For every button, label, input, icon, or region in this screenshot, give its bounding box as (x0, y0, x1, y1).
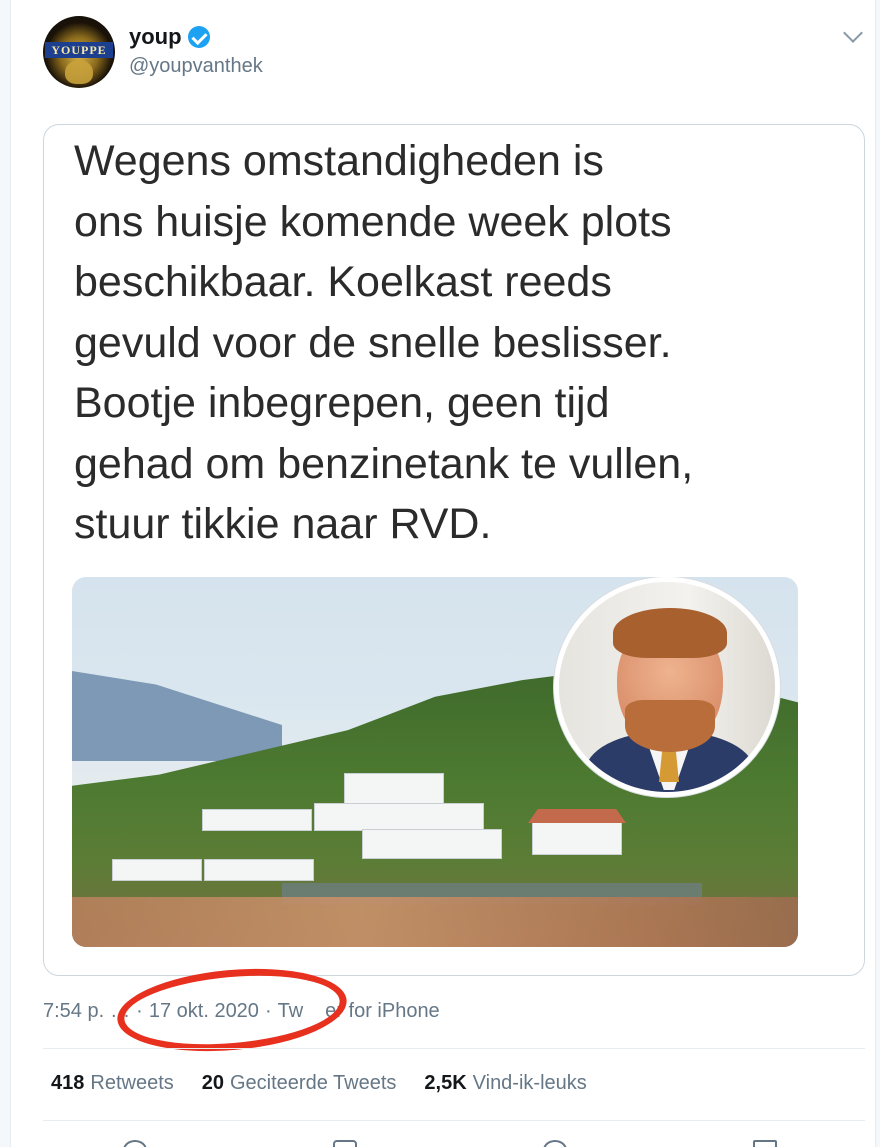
quote-line: gehad om benzinetank te vullen, (74, 439, 694, 488)
chevron-down-icon[interactable] (843, 23, 863, 43)
villa-building (204, 859, 314, 881)
verified-badge-icon (187, 26, 210, 48)
quote-line: ons huisje komende week plots (74, 197, 672, 246)
villa-building (202, 809, 312, 831)
author-name-row: youp (129, 24, 210, 50)
divider (43, 1048, 865, 1049)
retweet-icon[interactable] (333, 1140, 357, 1147)
villa-photo (72, 577, 798, 947)
likes-count: 2,5K (424, 1072, 467, 1094)
like-icon[interactable] (543, 1140, 567, 1147)
tweet-actions-bar (11, 1136, 877, 1147)
likes-stat[interactable]: 2,5K Vind-ik-leuks (424, 1072, 586, 1095)
villa-roof (528, 809, 626, 823)
tweet-media-image[interactable]: Wegens omstandigheden is ons huisje kome… (43, 124, 865, 976)
retweets-count: 418 (51, 1072, 85, 1094)
quote-line: Wegens omstandigheden is (74, 137, 604, 185)
author-handle[interactable]: @youpvanthek (129, 55, 263, 78)
soil-foreground (72, 897, 798, 947)
quote-tweets-count: 20 (201, 1072, 224, 1094)
tweet-time[interactable]: 7:54 p. (43, 1000, 104, 1022)
tweet-card: YOUPPE youp @youpvanthek Wegens omstandi… (10, 0, 876, 1147)
portrait-hair (613, 608, 727, 658)
engagement-stats: 418 Retweets 20 Geciteerde Tweets 2,5K Vind… (51, 1072, 587, 1095)
mountain-shape (72, 671, 282, 761)
villa-building (362, 829, 502, 859)
quote-line: stuur tikkie naar RVD. (74, 500, 492, 548)
avatar-seal-shape (65, 60, 93, 84)
divider (43, 1120, 865, 1121)
retweets-stat[interactable]: 418 Retweets (51, 1072, 174, 1095)
share-icon[interactable] (753, 1140, 777, 1147)
quote-line: Bootje inbegrepen, geen tijd (74, 379, 610, 427)
quote-tweets-label: Geciteerde Tweets (230, 1072, 397, 1094)
reply-icon[interactable] (123, 1140, 147, 1147)
quote-tweets-stat[interactable]: 20 Geciteerde Tweets (202, 1072, 397, 1095)
avatar[interactable]: YOUPPE (43, 16, 115, 88)
quote-line: beschikbaar. Koelkast reeds (74, 258, 612, 306)
display-name[interactable]: youp (129, 24, 182, 50)
portrait-beard (625, 700, 715, 752)
quote-text: Wegens omstandigheden is ons huisje kome… (74, 131, 764, 555)
villa-building (112, 859, 202, 881)
quote-line: gevuld voor de snelle beslisser. (74, 318, 672, 367)
villa-building (532, 821, 622, 855)
likes-label: Vind-ik-leuks (472, 1072, 587, 1094)
avatar-logo-text: YOUPPE (45, 42, 113, 58)
portrait-inset (554, 577, 780, 797)
retweets-label: Retweets (90, 1072, 174, 1094)
villa-building (314, 803, 484, 831)
